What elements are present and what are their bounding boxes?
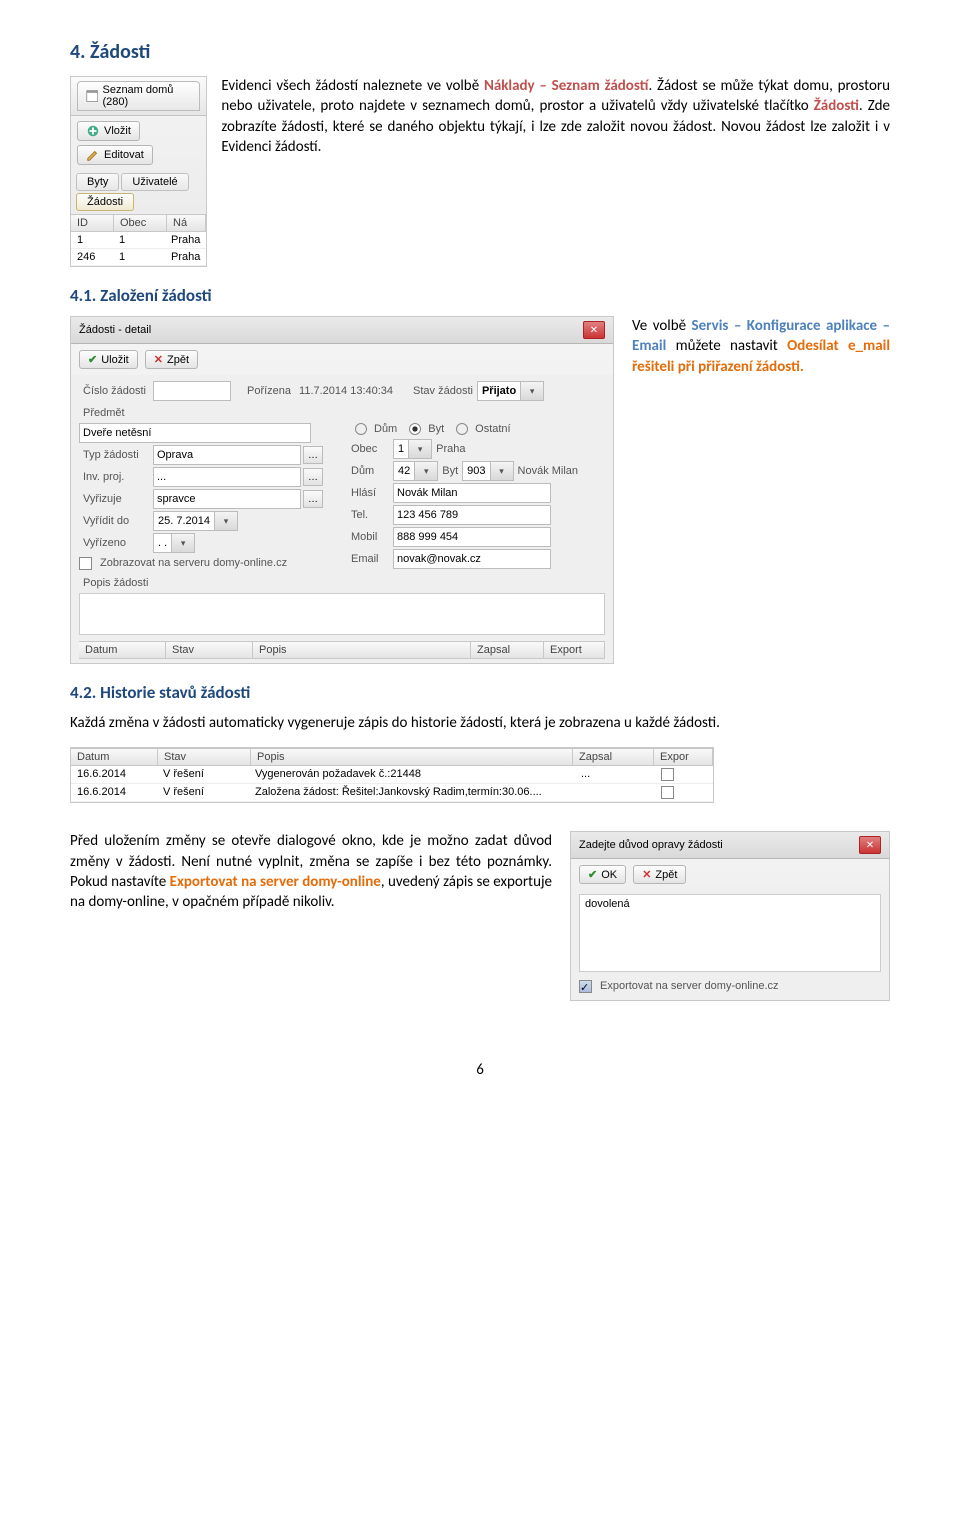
stav-dropdown[interactable]: Přijato▾ [477,381,544,401]
cislo-input[interactable] [153,381,231,401]
table-row[interactable]: 2461Praha [71,249,206,266]
heading-zalozeni: 4.1. Založení žádosti [70,285,890,306]
chevron-down-icon: ▾ [214,512,237,530]
history-table: Datum Stav Popis Zapsal Expor 16.6.2014V… [70,747,714,803]
page-number: 6 [70,1061,890,1079]
heading-historie: 4.2. Historie stavů žádosti [70,682,890,703]
vyrizeno-date[interactable]: . .▾ [153,533,195,553]
col-obec: Obec [114,215,167,231]
tel-input[interactable] [393,505,551,525]
lookup-icon[interactable]: … [303,446,323,464]
close-icon[interactable]: ✕ [859,836,881,854]
byt-dropdown[interactable]: 903▾ [462,461,513,481]
col-na: Ná [167,215,206,231]
typ-input[interactable] [153,445,301,465]
zpet-button[interactable]: ✕Zpět [633,865,686,884]
editovat-button[interactable]: Editovat [77,145,153,165]
paragraph-dialog: Před uložením změny se otevře dialogové … [70,831,552,912]
dialog-duvod: Zadejte důvod opravy žádosti✕ ✔OK ✕Zpět … [570,831,890,1001]
duvod-textarea[interactable]: dovolená [579,894,881,972]
vyrizuje-input[interactable] [153,489,301,509]
close-icon[interactable]: ✕ [583,321,605,339]
lookup-icon[interactable]: … [303,468,323,486]
tab-byty[interactable]: Byty [76,173,119,191]
paragraph-intro: Evidenci všech žádostí naleznete ve volb… [221,76,890,157]
heading-zadosti: 4. Žádosti [70,40,890,64]
mobil-input[interactable] [393,527,551,547]
ulozit-button[interactable]: ✔Uložit [79,350,138,369]
ok-button[interactable]: ✔OK [579,865,626,884]
vlozit-button[interactable]: Vložit [77,121,140,141]
tab-uzivatele[interactable]: Uživatelé [121,173,188,191]
dialog-title: Zadejte důvod opravy žádosti [579,839,723,851]
predmet-input[interactable] [79,423,311,443]
export-checkbox[interactable] [661,786,674,799]
zpet-button[interactable]: ✕Zpět [145,350,198,369]
obec-dropdown[interactable]: 1▾ [393,439,432,459]
table-row[interactable]: 11Praha [71,232,206,249]
panel-seznam-domu: Seznam domů (280) Vložit Editovat BytyUž… [70,76,207,267]
radio-ostatni[interactable] [456,423,468,435]
hlasi-input[interactable] [393,483,551,503]
col-id: ID [71,215,114,231]
email-input[interactable] [393,549,551,569]
window-title: Žádosti - detail [79,324,151,336]
zobrazovat-checkbox[interactable] [79,557,92,570]
paragraph-historie: Každá změna v žádosti automaticky vygene… [70,713,890,733]
vyridit-date[interactable]: 25. 7.2014▾ [153,511,238,531]
radio-dum[interactable] [355,423,367,435]
window-zadosti-detail: Žádosti - detail✕ ✔Uložit ✕Zpět Číslo žá… [70,316,614,664]
inv-input[interactable] [153,467,301,487]
chevron-down-icon: ▾ [520,382,543,400]
tab-zadosti[interactable]: Žádosti [76,193,134,211]
table-row[interactable]: 16.6.2014V řešeníZaložena žádost: Řešite… [71,784,713,802]
dum-dropdown[interactable]: 42▾ [393,461,438,481]
chevron-down-icon: ▾ [171,534,194,552]
paragraph-konfigurace: Ve volbě Servis – Konfigurace aplikace –… [632,316,890,377]
table-row[interactable]: 16.6.2014V řešeníVygenerován požadavek č… [71,766,713,784]
tab-title: Seznam domů (280) [77,81,200,111]
lookup-icon[interactable]: … [303,490,323,508]
popis-textarea[interactable] [79,593,605,635]
radio-byt[interactable] [409,423,421,435]
export-checkbox[interactable]: ✓ [579,980,592,993]
export-checkbox[interactable] [661,768,674,781]
